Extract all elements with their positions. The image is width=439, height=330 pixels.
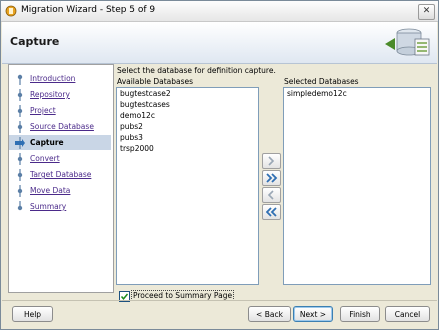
available-databases-list[interactable]: bugtestcase2 bugtestcases demo12c pubs2 … [116,87,259,285]
database-migration-icon [385,28,430,56]
migration-wizard-window: Migration Wizard - Step 5 of 9 ✕ Capture… [0,0,439,330]
step-node-icon [17,105,23,117]
footer-divider [2,300,437,301]
nav-step-summary[interactable]: Summary [9,199,111,214]
step-header: Capture [2,22,437,64]
instruction-text: Select the database for definition captu… [117,66,276,75]
nav-step-label: Project [30,106,56,115]
close-button[interactable]: ✕ [418,4,435,20]
capture-panel: Select the database for definition captu… [114,64,436,302]
finish-button[interactable]: Finish [340,306,380,322]
list-item[interactable]: bugtestcases [117,99,258,110]
step-start-icon [17,74,23,85]
wizard-app-icon [5,5,17,17]
nav-step-target-database[interactable]: Target Database [9,167,111,182]
nav-step-label: Source Database [30,122,94,131]
nav-step-project[interactable]: Project [9,103,111,118]
move-left-button[interactable] [262,187,281,203]
step-node-icon [17,153,23,165]
next-button[interactable]: Next > [293,306,333,322]
list-item[interactable]: demo12c [117,110,258,121]
move-right-button[interactable] [262,153,281,169]
nav-step-repository[interactable]: Repository [9,87,111,102]
list-item[interactable]: pubs2 [117,121,258,132]
move-all-right-button[interactable] [262,170,281,186]
nav-step-source-database[interactable]: Source Database [9,119,111,134]
close-icon: ✕ [422,6,431,16]
nav-step-label: Capture [30,138,64,147]
window-title: Migration Wizard - Step 5 of 9 [21,5,156,15]
help-button[interactable]: Help [12,306,53,322]
available-databases-label: Available Databases [117,77,194,86]
cancel-button[interactable]: Cancel [385,306,430,322]
nav-step-label: Move Data [30,186,71,195]
nav-step-introduction[interactable]: Introduction [9,71,111,86]
double-chevron-right-icon [266,173,278,183]
list-item[interactable]: pubs3 [117,132,258,143]
step-node-icon [17,185,23,197]
step-node-icon [17,89,23,101]
chevron-right-icon [268,156,275,166]
list-item[interactable]: trsp2000 [117,143,258,154]
nav-step-label: Repository [30,90,70,99]
step-title: Capture [10,35,60,48]
nav-step-move-data[interactable]: Move Data [9,183,111,198]
title-bar: Migration Wizard - Step 5 of 9 ✕ [1,1,438,22]
step-node-icon [17,169,23,181]
selected-databases-list[interactable]: simpledemo12c [283,87,431,285]
nav-step-label: Summary [30,202,67,211]
nav-step-label: Convert [30,154,60,163]
wizard-steps-panel: Introduction Repository Project Source D… [8,64,114,293]
nav-step-label: Target Database [30,170,92,179]
nav-step-convert[interactable]: Convert [9,151,111,166]
step-end-icon [17,201,23,211]
chevron-left-icon [267,190,274,200]
move-all-left-button[interactable] [262,204,281,220]
double-chevron-left-icon [266,207,277,217]
list-item[interactable]: simpledemo12c [284,88,430,99]
nav-step-capture[interactable]: Capture [9,135,111,150]
step-current-icon [15,137,25,149]
nav-step-label: Introduction [30,74,76,83]
back-button[interactable]: < Back [248,306,291,322]
selected-databases-label: Selected Databases [284,77,359,86]
list-item[interactable]: bugtestcase2 [117,88,258,99]
step-node-icon [17,121,23,133]
